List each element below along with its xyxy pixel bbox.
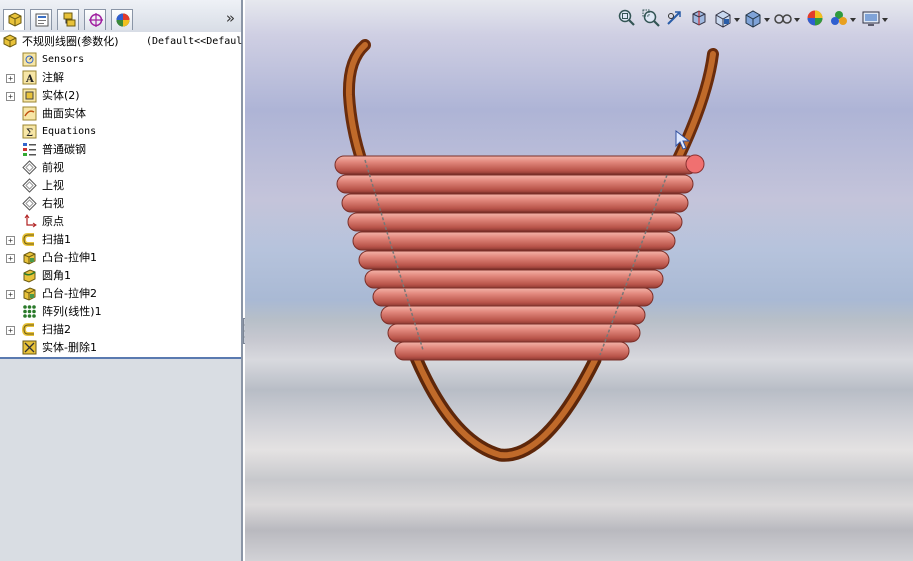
sweep-icon bbox=[22, 233, 34, 246]
tree-item-surface-bodies[interactable]: 曲面实体 bbox=[0, 105, 241, 123]
coil-turn bbox=[341, 193, 689, 213]
svg-text:A: A bbox=[25, 74, 34, 85]
expand-toggle[interactable]: + bbox=[6, 92, 15, 101]
selection-point[interactable] bbox=[685, 154, 705, 174]
tree-item-label: 前视 bbox=[42, 161, 64, 174]
tree-root-item[interactable]: 不规则线圈(参数化) (Default<<Defaul bbox=[0, 33, 243, 51]
more-tabs-button[interactable]: » bbox=[226, 10, 235, 26]
part-name: 不规则线圈(参数化) bbox=[22, 35, 119, 48]
tree-item-linear-pattern1[interactable]: 阵列(线性)1 bbox=[0, 303, 241, 321]
tree-item-equations[interactable]: Σ Equations bbox=[0, 123, 241, 141]
plane-icon bbox=[22, 178, 37, 193]
dimxpert-tab[interactable] bbox=[84, 9, 106, 30]
part-icon bbox=[3, 34, 17, 48]
tree-item-solid-bodies[interactable]: + 实体(2) bbox=[0, 87, 241, 105]
tree-item-sweep1[interactable]: + 扫描1 bbox=[0, 231, 241, 249]
expand-toggle[interactable]: + bbox=[6, 326, 15, 335]
surface-bodies-icon bbox=[22, 106, 37, 121]
tree-item-label: 凸台-拉伸2 bbox=[42, 287, 97, 300]
expand-toggle[interactable]: + bbox=[6, 236, 15, 245]
equations-icon: Σ bbox=[22, 124, 37, 139]
featuremanager-tabbar: » bbox=[0, 0, 241, 33]
tree-item-boss-extrude1[interactable]: + 凸台-拉伸1 bbox=[0, 249, 241, 267]
tree-item-boss-extrude2[interactable]: + 凸台-拉伸2 bbox=[0, 285, 241, 303]
featuremanager-tab[interactable] bbox=[3, 9, 25, 30]
coil-turn bbox=[347, 212, 683, 232]
tree-item-fillet1[interactable]: 圆角1 bbox=[0, 267, 241, 285]
displaymanager-tab[interactable] bbox=[111, 9, 133, 30]
coil-turns[interactable] bbox=[334, 155, 698, 361]
coil-turn bbox=[387, 323, 641, 343]
solid-bodies-icon bbox=[22, 88, 37, 103]
tree-item-delete-body1[interactable]: 实体-删除1 bbox=[0, 339, 241, 357]
featuremanager-panel: » 不规则线圈(参数化) (Default<<Defaul Sensors + bbox=[0, 0, 243, 561]
sensors-icon bbox=[22, 52, 37, 67]
displaymanager-icon bbox=[116, 13, 130, 27]
annotations-icon: A bbox=[22, 70, 37, 85]
svg-text:Σ: Σ bbox=[26, 128, 33, 139]
delete-body-icon bbox=[22, 340, 37, 355]
featuremanager-tree-icon bbox=[8, 12, 22, 27]
tree-item-label: 扫描1 bbox=[42, 233, 71, 246]
coil-model[interactable] bbox=[245, 0, 913, 561]
tree-item-label: 阵列(线性)1 bbox=[42, 305, 102, 318]
coil-turn bbox=[336, 174, 694, 194]
coil-turn bbox=[364, 269, 664, 289]
tree-item-label: 实体-删除1 bbox=[42, 341, 97, 354]
coil-turn bbox=[380, 305, 646, 325]
tree-item-top-plane[interactable]: 上视 bbox=[0, 177, 241, 195]
tree-item-origin[interactable]: 原点 bbox=[0, 213, 241, 231]
coil-turn bbox=[352, 231, 676, 251]
tree-item-sensors[interactable]: Sensors bbox=[0, 51, 241, 69]
tree-item-sweep2[interactable]: + 扫描2 bbox=[0, 321, 241, 339]
coil-turn bbox=[358, 250, 670, 270]
material-icon bbox=[23, 143, 36, 156]
tree-item-label: 圆角1 bbox=[42, 269, 71, 282]
configuration-name: (Default<<Defaul bbox=[146, 36, 243, 47]
tree-item-right-plane[interactable]: 右视 bbox=[0, 195, 241, 213]
tree-item-label: 凸台-拉伸1 bbox=[42, 251, 97, 264]
coil-turn bbox=[394, 341, 630, 361]
tree-item-material[interactable]: 普通碳钢 bbox=[0, 141, 241, 159]
tree-item-label: 右视 bbox=[42, 197, 64, 210]
tree-item-label: 原点 bbox=[42, 215, 64, 228]
coil-turn bbox=[334, 155, 698, 175]
feature-tree-empty-area bbox=[0, 359, 241, 561]
boss-extrude-icon bbox=[23, 251, 36, 265]
coil-turn bbox=[372, 287, 654, 307]
propertymanager-icon bbox=[35, 13, 49, 27]
expand-toggle[interactable]: + bbox=[6, 254, 15, 263]
tree-item-front-plane[interactable]: 前视 bbox=[0, 159, 241, 177]
linear-pattern-icon bbox=[23, 305, 36, 318]
fillet-icon bbox=[23, 269, 36, 283]
expand-toggle[interactable]: + bbox=[6, 290, 15, 299]
tree-item-label: Equations bbox=[42, 126, 97, 137]
mouse-cursor-icon bbox=[675, 130, 691, 150]
dimxpert-icon bbox=[89, 13, 103, 27]
configurationmanager-tab[interactable] bbox=[57, 9, 79, 30]
tree-item-label: 扫描2 bbox=[42, 323, 71, 336]
tree-item-annotations[interactable]: + A 注解 bbox=[0, 69, 241, 87]
configurationmanager-icon bbox=[63, 12, 76, 27]
expand-toggle[interactable]: + bbox=[6, 74, 15, 83]
tree-item-label: 普通碳钢 bbox=[42, 143, 86, 156]
origin-icon bbox=[24, 214, 37, 228]
sweep-icon bbox=[22, 323, 34, 336]
plane-icon bbox=[22, 160, 37, 175]
boss-extrude-icon bbox=[23, 287, 36, 301]
feature-tree: 不规则线圈(参数化) (Default<<Defaul Sensors + A … bbox=[0, 32, 243, 359]
tree-item-label: 注解 bbox=[42, 71, 64, 84]
tree-item-label: 实体(2) bbox=[42, 89, 80, 102]
tree-item-label: Sensors bbox=[42, 54, 85, 65]
tree-item-label: 上视 bbox=[42, 179, 64, 192]
tree-item-label: 曲面实体 bbox=[42, 107, 86, 120]
graphics-area[interactable] bbox=[245, 0, 913, 561]
plane-icon bbox=[22, 196, 37, 211]
propertymanager-tab[interactable] bbox=[30, 9, 52, 30]
